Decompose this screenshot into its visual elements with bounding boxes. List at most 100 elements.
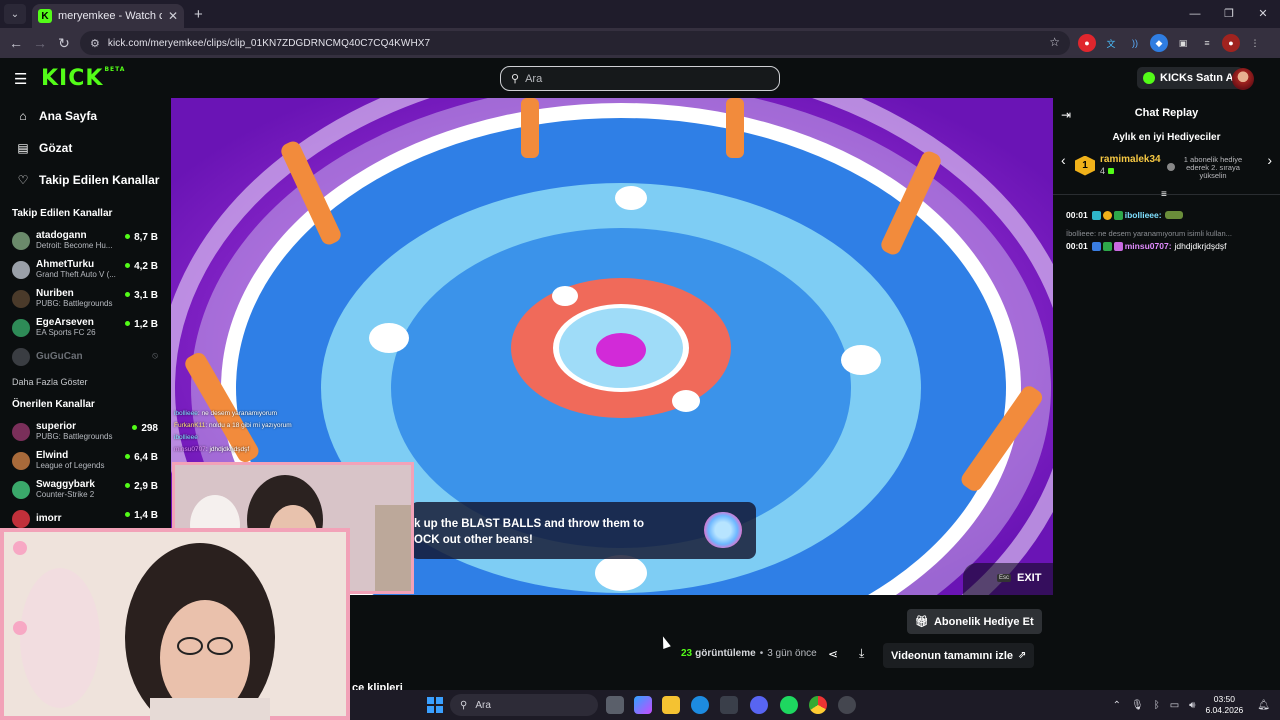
menu-icon[interactable]: ☰ bbox=[14, 70, 27, 88]
game-tip-line: OCK out other beans! bbox=[414, 534, 533, 546]
extension-red-icon[interactable]: ● bbox=[1078, 34, 1096, 52]
tab-search-button[interactable]: ⌄ bbox=[4, 4, 26, 24]
search-icon: ⚲ bbox=[511, 73, 520, 85]
followed-channel[interactable]: atadogann Detroit: Become Hu... 8,7 B bbox=[0, 226, 170, 255]
buy-kicks-button[interactable]: KICKs Satın Al bbox=[1137, 67, 1243, 89]
viewer-count: 2,9 B bbox=[125, 481, 158, 492]
channel-avatar bbox=[12, 289, 30, 308]
channel-game: League of Legends bbox=[36, 461, 105, 470]
recommended-channel[interactable]: Elwind League of Legends 6,4 B bbox=[0, 446, 170, 475]
extension-shield-icon[interactable]: ◆ bbox=[1150, 34, 1168, 52]
browser-menu-icon[interactable]: ⋮ bbox=[1246, 34, 1264, 52]
recommended-channel[interactable]: superior PUBG: Battlegrounds 298 bbox=[0, 417, 170, 446]
watch-full-video-button[interactable]: Videonun tamamını izle ⇗ bbox=[883, 643, 1035, 668]
channel-avatar bbox=[12, 451, 30, 470]
webcam-overlay-main bbox=[0, 528, 350, 720]
store-icon[interactable] bbox=[720, 696, 738, 714]
bookmark-star-icon[interactable]: ☆ bbox=[1049, 35, 1060, 49]
close-window-button[interactable]: ✕ bbox=[1246, 0, 1280, 28]
search-box[interactable]: ⚲ bbox=[500, 66, 780, 91]
share-icon[interactable]: ⋖ bbox=[828, 647, 838, 661]
extensions-puzzle-icon[interactable]: ▣ bbox=[1174, 34, 1192, 52]
reading-list-icon[interactable]: ≡ bbox=[1198, 34, 1216, 52]
show-more-link[interactable]: Daha Fazla Göster bbox=[0, 371, 170, 393]
game-tip-banner: k up the BLAST BALLS and throw them to OC… bbox=[410, 502, 756, 559]
offline-icon: ⦸ bbox=[152, 350, 158, 360]
forward-button[interactable]: → bbox=[28, 35, 52, 51]
followed-channel[interactable]: AhmetTurku Grand Theft Auto V (... 4,2 B bbox=[0, 255, 170, 284]
chevron-left-icon[interactable]: ‹ bbox=[1061, 152, 1066, 168]
viewer-count: 8,7 B bbox=[125, 232, 158, 243]
external-link-icon: ⇗ bbox=[1018, 650, 1027, 661]
extension-translate-icon[interactable]: 文 bbox=[1102, 34, 1120, 52]
task-view-icon[interactable] bbox=[606, 696, 624, 714]
network-icon[interactable]: ▭ bbox=[1170, 700, 1179, 711]
window-controls: — ❐ ✕ bbox=[1178, 0, 1280, 28]
search-input[interactable] bbox=[525, 72, 756, 85]
game-chat-user: ibollieee bbox=[174, 434, 198, 441]
rank-2-icon bbox=[1167, 163, 1175, 171]
nav-following[interactable]: ♡ Takip Edilen Kanallar bbox=[0, 164, 170, 196]
nav-browse[interactable]: ▤ Gözat bbox=[0, 132, 170, 164]
clock[interactable]: 03:50 6.04.2026 bbox=[1205, 694, 1243, 716]
game-chat-text: noldu a 18 gibi mi yazıyorum bbox=[208, 422, 292, 429]
chevron-right-icon[interactable]: › bbox=[1267, 152, 1272, 168]
offline-channel[interactable]: GuGuCan ⦸ bbox=[0, 342, 170, 371]
edge-icon[interactable] bbox=[691, 696, 709, 714]
channel-avatar bbox=[12, 231, 30, 250]
followed-channel[interactable]: EgeArseven EA Sports FC 26 1,2 B bbox=[0, 313, 170, 342]
reload-button[interactable]: ↻ bbox=[52, 35, 76, 52]
bluetooth-icon[interactable]: ᛒ bbox=[1154, 700, 1160, 711]
message-user[interactable]: ibollieee: bbox=[1125, 210, 1162, 220]
badge-icon bbox=[1091, 241, 1101, 251]
gift-icon: 🎁︎ bbox=[915, 616, 929, 628]
channel-game: Counter-Strike 2 bbox=[36, 490, 95, 499]
tray-overflow-icon[interactable]: ⌃ bbox=[1113, 700, 1121, 711]
notification-bell-icon[interactable]: 🔔︎ bbox=[1257, 700, 1270, 711]
filter-icon[interactable]: ≡ bbox=[1161, 189, 1167, 200]
restore-button[interactable]: ❐ bbox=[1212, 0, 1246, 28]
minimize-button[interactable]: — bbox=[1178, 0, 1212, 28]
gift-subscription-button[interactable]: 🎁︎ Abonelik Hediye Et bbox=[907, 609, 1042, 634]
game-chat-user: minsu0707 bbox=[174, 446, 206, 453]
file-explorer-icon[interactable] bbox=[662, 696, 680, 714]
browser-tab-active[interactable]: K meryemkee - Watch clips on Kick ✕ bbox=[32, 4, 184, 28]
new-tab-button[interactable]: + bbox=[194, 6, 203, 23]
taskbar-search[interactable]: ⚲ Ara bbox=[450, 694, 598, 716]
discord-icon[interactable] bbox=[750, 696, 768, 714]
windows-start-icon[interactable] bbox=[427, 697, 443, 713]
recommended-channel[interactable]: Swaggybark Counter-Strike 2 2,9 B bbox=[0, 475, 170, 504]
channel-avatar bbox=[12, 480, 30, 499]
spotify-icon[interactable] bbox=[780, 696, 798, 714]
top-gifter[interactable]: 1 ramimalek34 4 bbox=[1075, 154, 1161, 177]
download-icon[interactable]: ⤓ bbox=[859, 646, 864, 661]
followed-channel[interactable]: Nuriben PUBG: Battlegrounds 3,1 B bbox=[0, 284, 170, 313]
profile-avatar-icon[interactable]: ● bbox=[1222, 34, 1240, 52]
meta-separator: • bbox=[759, 648, 764, 659]
volume-icon[interactable]: 🔊︎ bbox=[1189, 700, 1195, 711]
nav-home-label: Ana Sayfa bbox=[39, 109, 98, 123]
game-chat-user: FurkanK11 bbox=[174, 422, 206, 429]
chrome-icon[interactable] bbox=[809, 696, 827, 714]
channel-avatar bbox=[12, 260, 30, 279]
kicks-coin-icon bbox=[1143, 72, 1155, 84]
extensions-area: ● 文 )) ◆ ▣ ≡ ● ⋮ bbox=[1078, 34, 1264, 52]
site-info-icon[interactable]: ⚙ bbox=[90, 37, 100, 50]
extension-wave-icon[interactable]: )) bbox=[1126, 34, 1144, 52]
app-icon[interactable] bbox=[838, 696, 856, 714]
message-user[interactable]: minsu0707: bbox=[1125, 241, 1172, 251]
close-tab-icon[interactable]: ✕ bbox=[168, 9, 178, 23]
in-game-chat-line: ibollieee bbox=[174, 432, 292, 444]
chat-title: Chat Replay bbox=[1134, 107, 1199, 119]
copilot-icon[interactable] bbox=[634, 696, 652, 714]
viewer-count: 3,1 B bbox=[125, 290, 158, 301]
buy-kicks-label: KICKs Satın Al bbox=[1160, 72, 1237, 84]
microphone-icon[interactable]: 🎙︎ bbox=[1131, 700, 1144, 711]
kick-logo[interactable]: KICKBETA bbox=[41, 66, 125, 91]
channel-name: GuGuCan bbox=[36, 351, 83, 362]
user-avatar[interactable] bbox=[1232, 68, 1254, 90]
back-button[interactable]: ← bbox=[4, 35, 28, 51]
address-bar[interactable]: ⚙ kick.com/meryemkee/clips/clip_01KN7ZDG… bbox=[80, 31, 1070, 55]
top-gifters-title: Aylık en iyi Hediyeciler bbox=[1112, 132, 1221, 143]
nav-home[interactable]: ⌂ Ana Sayfa bbox=[0, 100, 170, 132]
